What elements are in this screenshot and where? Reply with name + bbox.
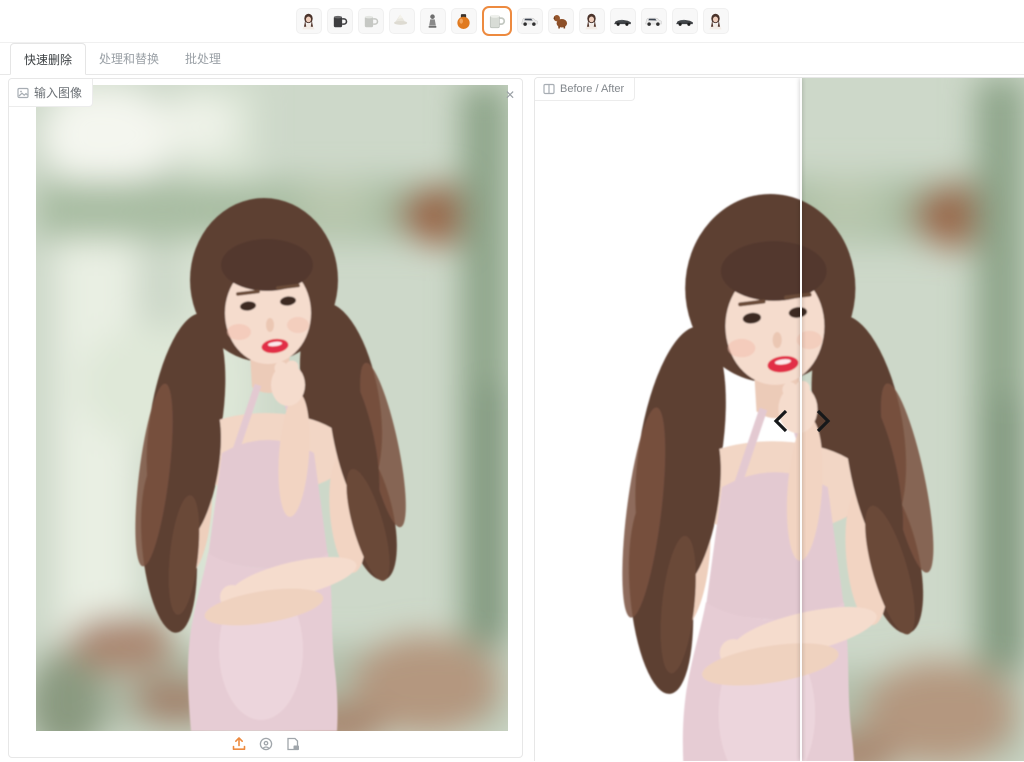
image-icon (17, 87, 29, 99)
sample-figurine[interactable] (420, 8, 446, 34)
mug-light-icon (485, 10, 508, 33)
input-panel-toolbar (9, 731, 522, 757)
sample-mug-gray[interactable] (358, 8, 384, 34)
sample-car-dark-1[interactable] (610, 8, 636, 34)
mug-gray-icon (360, 11, 381, 32)
figurine-icon (422, 11, 443, 32)
car-icon (674, 11, 695, 32)
sample-dog-brown[interactable] (548, 8, 574, 34)
input-photo (36, 85, 508, 731)
dog-icon (550, 11, 571, 32)
sample-mug-light[interactable] (482, 6, 512, 36)
suv-icon (643, 11, 664, 32)
compare-icon (543, 83, 555, 95)
sample-woman-portrait-2[interactable] (579, 8, 605, 34)
person-icon (298, 11, 319, 32)
input-photo-image (36, 85, 508, 731)
input-image-panel: 输入图像 ✕ (8, 78, 523, 758)
before-after-compare (535, 78, 1024, 761)
input-image-label: 输入图像 (34, 84, 82, 101)
hat-icon (391, 11, 412, 32)
sample-hat-white[interactable] (389, 8, 415, 34)
before-photo-image (801, 78, 1024, 761)
paste-file-icon[interactable] (284, 735, 302, 753)
mug-dark-icon (329, 11, 350, 32)
main-content: 输入图像 ✕ (0, 75, 1024, 761)
pot-icon (453, 11, 474, 32)
car-icon (612, 11, 633, 32)
sample-woman-portrait-3[interactable] (703, 8, 729, 34)
input-image-label-chip: 输入图像 (9, 79, 93, 107)
sample-pot-orange[interactable] (451, 8, 477, 34)
sample-suv-white-2[interactable] (641, 8, 667, 34)
compare-next-arrow[interactable] (813, 408, 833, 434)
upload-icon[interactable] (230, 735, 248, 753)
tab-process-replace[interactable]: 处理和替换 (86, 43, 172, 74)
close-icon[interactable]: ✕ (501, 86, 519, 104)
samples-bar (0, 0, 1024, 43)
person-icon (705, 11, 726, 32)
tab-bar: 快速删除 处理和替换 批处理 (0, 43, 1024, 75)
tab-batch-process[interactable]: 批处理 (172, 43, 234, 74)
sample-car-dark-2[interactable] (672, 8, 698, 34)
tab-quick-remove[interactable]: 快速删除 (10, 43, 86, 75)
result-panel: Before / After (534, 77, 1024, 761)
before-after-label: Before / After (560, 83, 624, 95)
before-image-layer (801, 78, 1024, 761)
sample-suv-white-1[interactable] (517, 8, 543, 34)
suv-icon (519, 11, 540, 32)
sample-woman-portrait-1[interactable] (296, 8, 322, 34)
camera-icon[interactable] (257, 735, 275, 753)
sample-mug-dark[interactable] (327, 8, 353, 34)
person-icon (581, 11, 602, 32)
compare-divider[interactable] (800, 78, 802, 761)
compare-prev-arrow[interactable] (771, 408, 791, 434)
before-after-label-chip: Before / After (535, 78, 635, 101)
